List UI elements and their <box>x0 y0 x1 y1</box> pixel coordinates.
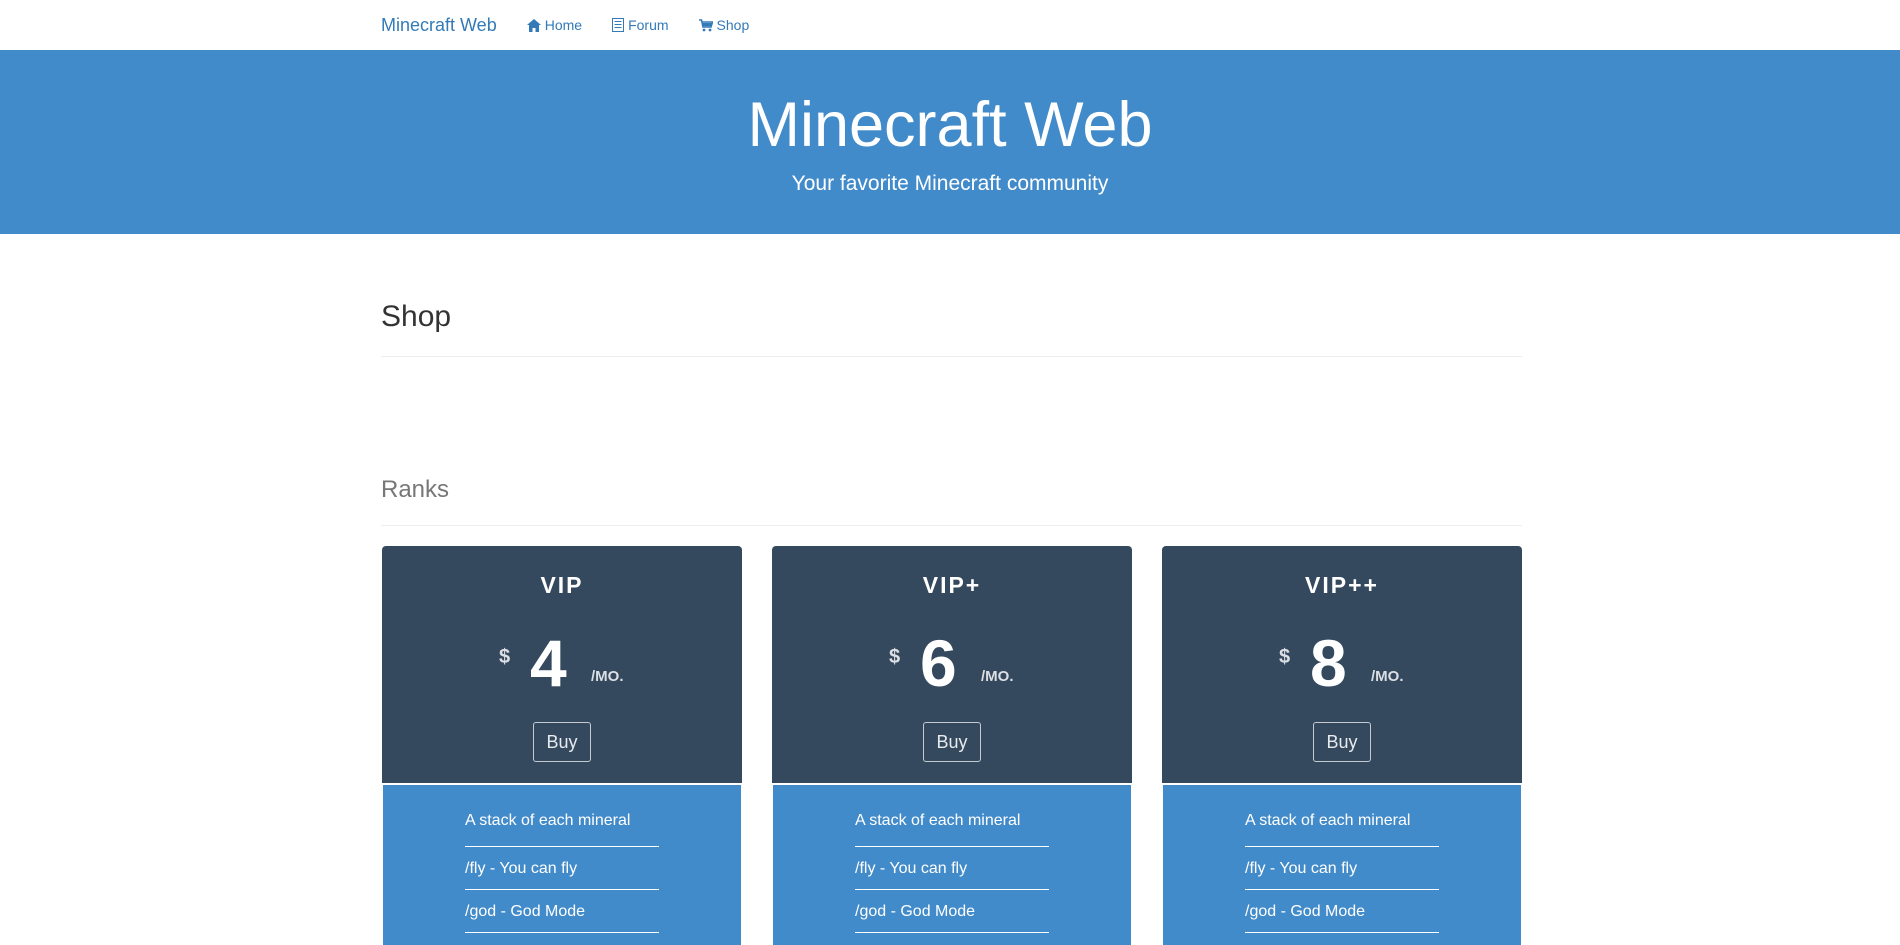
pricing-card-vip: VIP $ 4 /MO. Buy A stack of each mineral… <box>382 546 742 945</box>
feature-item: /god - God Mode <box>855 890 1049 933</box>
feature-list: A stack of each mineral /fly - You can f… <box>855 804 1049 933</box>
feature-item: /fly - You can fly <box>465 847 659 890</box>
nav-link-home-label: Home <box>544 17 583 33</box>
pricing-card-vip-plus-plus: VIP++ $ 8 /MO. Buy A stack of each miner… <box>1162 546 1522 945</box>
nav-link-shop[interactable]: Shop <box>698 17 750 33</box>
currency-symbol: $ <box>889 646 901 668</box>
feature-list: A stack of each mineral /fly - You can f… <box>465 804 659 933</box>
section-title-ranks: Ranks <box>381 476 1522 526</box>
nav-link-forum-label: Forum <box>628 17 669 33</box>
currency-symbol: $ <box>1279 646 1291 668</box>
plan-price: $ 4 /MO. <box>382 628 742 698</box>
feature-list: A stack of each mineral /fly - You can f… <box>1245 804 1439 933</box>
buy-button[interactable]: Buy <box>533 722 591 762</box>
pricing-card-header: VIP++ $ 8 /MO. Buy <box>1162 546 1522 783</box>
currency-symbol: $ <box>499 646 511 668</box>
pricing-card-features: A stack of each mineral /fly - You can f… <box>383 785 741 945</box>
nav-link-shop-label: Shop <box>716 17 750 33</box>
plan-name: VIP++ <box>1305 572 1379 598</box>
pricing-card-features: A stack of each mineral /fly - You can f… <box>773 785 1131 945</box>
plan-name: VIP <box>540 572 584 598</box>
price-period: /MO. <box>1371 668 1404 685</box>
hero-title: Minecraft Web <box>747 90 1153 160</box>
plan-price: $ 8 /MO. <box>1162 628 1522 698</box>
hero-banner: Minecraft Web Your favorite Minecraft co… <box>0 50 1900 234</box>
feature-item: /fly - You can fly <box>855 847 1049 890</box>
pricing-card-vip-plus: VIP+ $ 6 /MO. Buy A stack of each minera… <box>772 546 1132 945</box>
hero-subtitle: Your favorite Minecraft community <box>791 172 1109 195</box>
cart-icon <box>698 18 713 31</box>
navbar: Minecraft Web Home Forum Shop <box>0 0 1900 50</box>
feature-item: A stack of each mineral <box>465 804 659 847</box>
price-amount: 4 <box>530 626 567 700</box>
plan-name: VIP+ <box>922 572 982 598</box>
pricing-card-features: A stack of each mineral /fly - You can f… <box>1163 785 1521 945</box>
price-amount: 6 <box>920 626 957 700</box>
feature-item: /god - God Mode <box>465 890 659 933</box>
page-title: Shop <box>381 300 1522 357</box>
feature-item: /fly - You can fly <box>1245 847 1439 890</box>
navbar-inner: Minecraft Web Home Forum Shop <box>381 0 779 50</box>
buy-button[interactable]: Buy <box>1313 722 1371 762</box>
price-amount: 8 <box>1310 626 1347 700</box>
price-period: /MO. <box>591 668 624 685</box>
pricing-card-header: VIP $ 4 /MO. Buy <box>382 546 742 783</box>
list-icon <box>612 18 625 32</box>
plan-price: $ 6 /MO. <box>772 628 1132 698</box>
buy-button[interactable]: Buy <box>923 722 981 762</box>
feature-item: /god - God Mode <box>1245 890 1439 933</box>
feature-item: A stack of each mineral <box>855 804 1049 847</box>
navbar-brand[interactable]: Minecraft Web <box>381 15 497 36</box>
price-period: /MO. <box>981 668 1014 685</box>
home-icon <box>526 18 541 32</box>
pricing-card-header: VIP+ $ 6 /MO. Buy <box>772 546 1132 783</box>
feature-item: A stack of each mineral <box>1245 804 1439 847</box>
nav-link-home[interactable]: Home <box>526 17 583 33</box>
nav-link-forum[interactable]: Forum <box>612 17 669 33</box>
